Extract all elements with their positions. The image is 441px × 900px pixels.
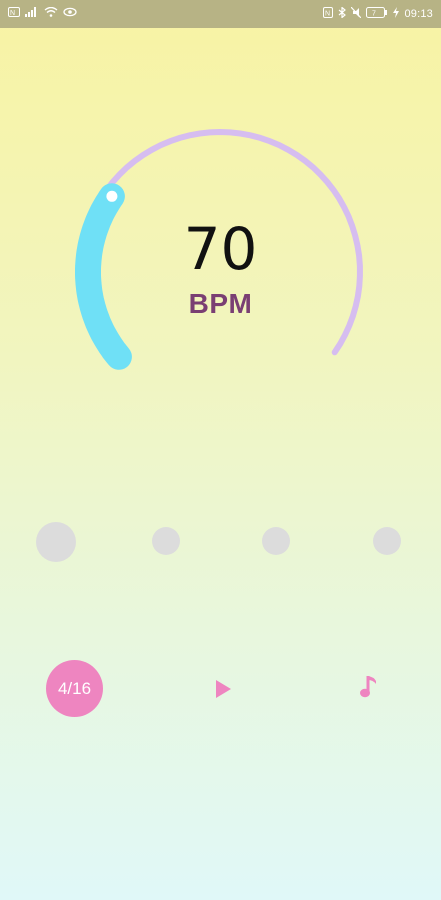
controls-bar: 4/16 (0, 660, 441, 720)
bpm-value: 70 (183, 215, 258, 283)
beat-dot (36, 522, 76, 562)
beat-dot (152, 527, 180, 555)
music-note-icon (359, 674, 379, 705)
play-button[interactable] (208, 676, 238, 706)
dial-knob (106, 190, 118, 202)
sound-button[interactable] (354, 674, 384, 704)
beat-indicators (0, 520, 441, 564)
beat-dot (262, 527, 290, 555)
time-signature-label: 4/16 (57, 678, 92, 698)
play-icon (214, 679, 232, 704)
beat-dot (373, 527, 401, 555)
tempo-dial[interactable]: 70 BPM (0, 0, 441, 420)
bpm-unit-label: BPM (188, 288, 253, 319)
time-signature-button[interactable]: 4/16 (46, 660, 103, 717)
